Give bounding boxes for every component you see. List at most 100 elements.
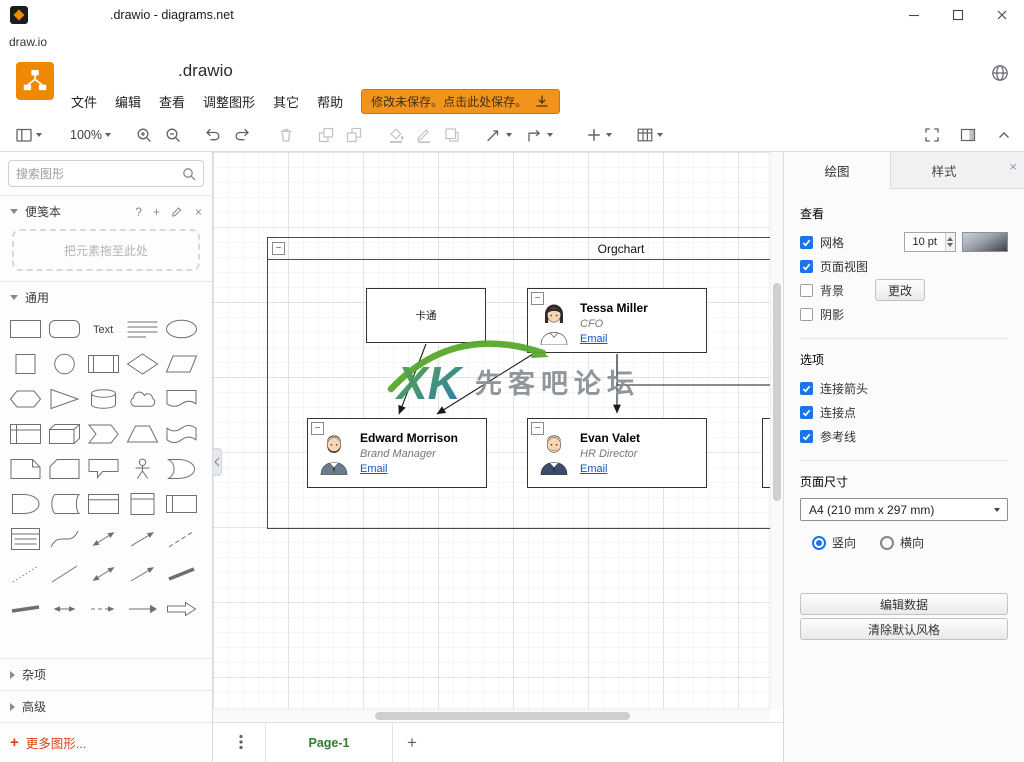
grid-checkbox[interactable] [800,236,813,249]
vertical-scrollbar-thumb[interactable] [773,283,781,501]
sidebar-collapse-handle[interactable] [213,448,222,476]
scratchpad-add-button[interactable]: + [153,205,160,219]
toolbar-to-back-button[interactable] [342,123,366,147]
close-button[interactable] [980,0,1024,30]
shape-square[interactable] [16,355,35,374]
scratchpad-drop-area[interactable]: 把元素拖至此处 [12,229,200,271]
toolbar-insert-dropdown[interactable] [582,123,615,147]
toolbar-zoom-dropdown[interactable]: 100% [67,125,114,145]
shape-process[interactable] [89,356,119,373]
section-misc-header[interactable]: 杂项 [0,659,212,690]
shape-and[interactable] [13,495,40,514]
org-node-edward[interactable]: − Edward Morrison Brand Manager Email [307,418,487,488]
app-menu-item[interactable]: draw.io [9,35,47,49]
grid-color-button[interactable] [962,232,1008,252]
shape-directional-connector[interactable] [131,568,154,582]
shape-arrow-edge[interactable] [129,605,157,613]
shape-rounded-rectangle[interactable] [50,321,80,338]
shape-horizontal-container[interactable] [167,496,197,513]
minimize-button[interactable] [892,0,936,30]
section-advanced-header[interactable]: 高级 [0,691,212,722]
shape-bidirectional-arrow[interactable] [93,533,114,546]
toolbar-format-panel-toggle[interactable] [956,123,980,147]
toolbar-undo-button[interactable] [201,123,225,147]
search-input[interactable] [16,167,176,181]
page-view-checkbox[interactable] [800,260,813,273]
toolbar-delete-button[interactable] [274,123,298,147]
shape-step[interactable] [89,425,118,443]
toolbar-zoom-out-button[interactable] [161,123,185,147]
scratchpad-close-button[interactable]: × [195,205,202,219]
toolbar-shadow-button[interactable] [440,123,464,147]
toolbar-connection-style-dropdown[interactable] [482,123,515,147]
shape-dotted-line[interactable] [13,566,38,582]
shape-parallelogram[interactable] [167,356,197,372]
background-checkbox[interactable] [800,284,813,297]
page-tab-1[interactable]: Page-1 [265,723,393,762]
org-node-plain[interactable]: 卡通 [366,288,486,343]
toolbar-line-color-button[interactable] [412,123,436,147]
tab-style[interactable]: 样式 [891,152,997,189]
toolbar-redo-button[interactable] [230,123,254,147]
menu-edit[interactable]: 编辑 [106,88,150,115]
scratchpad-edit-pencil-icon[interactable] [171,205,184,218]
paper-size-select[interactable]: A4 (210 mm x 297 mm) [800,498,1008,521]
shape-cloud[interactable] [131,392,155,406]
shape-or[interactable] [169,460,195,479]
shape-internal-storage[interactable] [11,425,41,444]
shape-bidirectional-connector[interactable] [93,568,114,581]
tab-diagram[interactable]: 绘图 [784,152,891,189]
shadow-checkbox[interactable] [800,308,813,321]
guides-checkbox[interactable] [800,430,813,443]
shape-circle[interactable] [55,354,75,374]
shape-line[interactable] [52,566,77,582]
node-email-link[interactable]: Email [580,462,640,477]
edit-data-button[interactable]: 编辑数据 [800,593,1008,615]
shape-note[interactable] [11,460,40,479]
connection-points-checkbox[interactable] [800,406,813,419]
grid-size-stepper[interactable] [945,233,955,251]
shape-hexagon[interactable] [11,391,41,407]
landscape-radio[interactable]: 横向 [880,534,924,551]
shape-link[interactable] [169,569,194,579]
menu-help[interactable]: 帮助 [308,88,352,115]
connection-arrows-checkbox[interactable] [800,382,813,395]
shape-triangle[interactable] [51,390,78,409]
document-filename[interactable]: .drawio [178,61,233,81]
toolbar-table-dropdown[interactable] [633,123,666,147]
shape-data-storage[interactable] [52,495,79,514]
format-panel-close-button[interactable]: × [997,152,1024,189]
shape-diamond[interactable] [128,354,158,374]
scratchpad-help-button[interactable]: ? [135,205,142,219]
scratchpad-header[interactable]: 便笺本 ? + × [0,196,212,227]
portrait-radio[interactable]: 竖向 [812,534,856,551]
section-general-header[interactable]: 通用 [0,282,212,313]
grid-size-input[interactable] [905,233,945,251]
diagram-canvas[interactable]: − Orgchart 卡通 − Tessa Miller CFO Email [213,152,783,722]
shape-trapezoid[interactable] [128,426,158,442]
shape-ellipse[interactable] [167,320,197,338]
drawio-logo[interactable] [16,62,54,100]
menu-file[interactable]: 文件 [62,88,106,115]
more-shapes-button[interactable]: + 更多图形... [0,723,212,762]
toolbar-waypoints-dropdown[interactable] [523,123,556,147]
shape-rectangle[interactable] [11,321,41,338]
unsaved-changes-banner[interactable]: 修改未保存。点击此处保存。 [361,89,560,114]
language-globe-button[interactable] [990,63,1010,83]
org-node-evan[interactable]: − Evan Valet HR Director Email [527,418,707,488]
toolbar-fullscreen-button[interactable] [920,123,944,147]
maximize-button[interactable] [936,0,980,30]
toolbar-to-front-button[interactable] [314,123,338,147]
toolbar-fill-color-button[interactable] [384,123,408,147]
shape-document[interactable] [167,391,196,407]
shape-block-arrow-edge[interactable] [168,603,196,616]
shape-container[interactable] [89,495,119,514]
change-background-button[interactable]: 更改 [875,279,925,301]
shape-card[interactable] [50,460,79,479]
shape-textbox[interactable] [128,322,158,337]
shape-cylinder[interactable] [92,390,116,408]
toolbar-view-button[interactable] [12,123,45,147]
shape-list[interactable] [12,529,40,550]
shape-dashed-line[interactable] [169,531,194,547]
add-page-button[interactable]: + [399,730,425,756]
